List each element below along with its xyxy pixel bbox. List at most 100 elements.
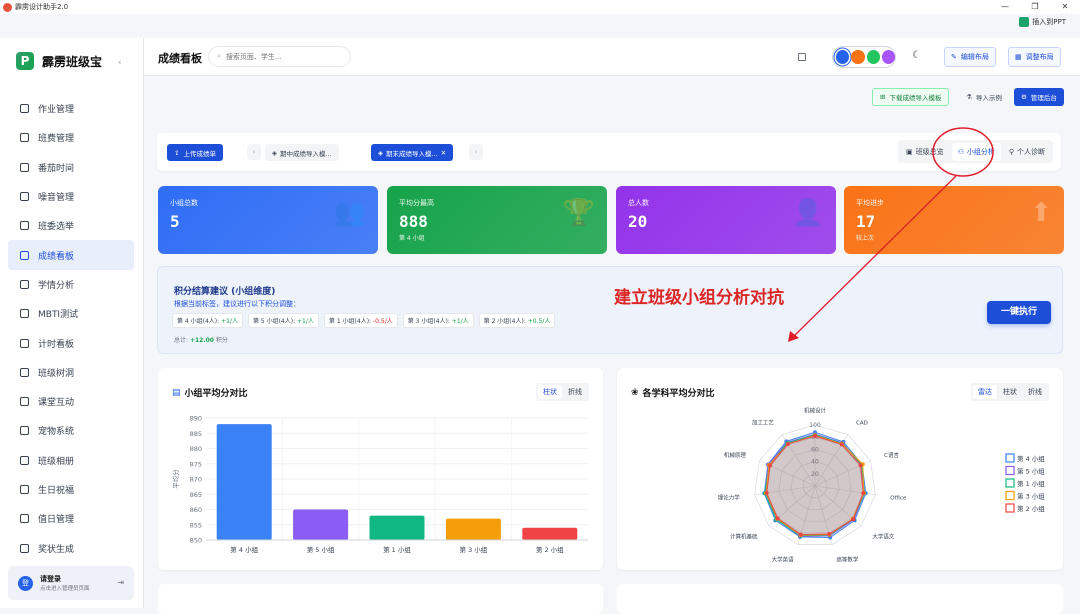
next-tab-button[interactable]: ›	[469, 144, 483, 160]
sidebar-item-2[interactable]: 番茄时间	[8, 153, 134, 182]
sidebar-item-8[interactable]: 计时看板	[8, 328, 134, 357]
legend-swatch[interactable]	[1005, 478, 1015, 488]
search-input[interactable]	[225, 52, 336, 61]
radar-point[interactable]	[861, 490, 866, 495]
brand[interactable]: P 霹雳班级宝	[16, 52, 102, 70]
admin-button[interactable]: ⚙ 管理后台	[1014, 88, 1064, 106]
bar-1[interactable]	[293, 509, 349, 541]
sidebar-item-9[interactable]: 班级树洞	[8, 358, 134, 387]
suggestion-title: 积分结算建议 (小组维度)	[174, 287, 276, 297]
upload-button[interactable]: ⇪ 上传成绩单	[167, 144, 223, 161]
stat-card-1: 平均分最高 888 第 4 小组 🏆	[387, 186, 607, 254]
x-tick-label: 第 4 小组	[230, 545, 258, 554]
prev-tab-button[interactable]: ‹	[247, 144, 261, 160]
dark-mode-icon[interactable]: ☾	[912, 50, 921, 61]
theme-dot-2[interactable]	[866, 50, 880, 64]
edit-layout-button[interactable]: ✎ 编辑布局	[944, 47, 996, 67]
legend-swatch[interactable]	[1005, 465, 1015, 476]
x-tick-label: 第 1 小组	[383, 545, 411, 554]
sidebar-item-15[interactable]: 奖状生成	[8, 533, 134, 562]
legend-label[interactable]: 第 5 小组	[1017, 467, 1045, 476]
legend-label[interactable]: 第 4 小组	[1017, 454, 1045, 463]
sidebar-item-14[interactable]: 值日管理	[8, 504, 134, 533]
radar-point[interactable]	[785, 441, 790, 446]
user-login-box[interactable]: 登 请登录 点击进入管理员页面 ⇥	[8, 566, 134, 600]
radar-point[interactable]	[839, 442, 844, 447]
total-unit: 积分	[215, 337, 228, 344]
bar-3[interactable]	[445, 518, 501, 540]
radar-point[interactable]	[764, 490, 769, 495]
maximize-button[interactable]: ❐	[1020, 0, 1050, 14]
adjust-layout-button[interactable]: ▦ 调整布局	[1008, 47, 1061, 67]
sidebar-item-5[interactable]: 成绩看板	[8, 240, 134, 270]
sidebar-item-7[interactable]: MBTI测试	[8, 299, 134, 328]
radar-point[interactable]	[851, 517, 856, 522]
stat-card-2: 总人数 20 👤	[616, 186, 836, 254]
insert-ppt-button[interactable]: 插入到PPT	[1019, 17, 1066, 27]
bar-2[interactable]	[369, 515, 425, 540]
sidebar-item-label: 班级树洞	[38, 368, 75, 379]
legend-swatch[interactable]	[1005, 453, 1015, 463]
topbar: 成绩看板 ⌕ ☾ ✎ 编辑布局 ▦ 调整布局	[144, 38, 1080, 76]
suggestion-card: 积分结算建议 (小组维度) 根据当前标签，建议进行以下积分调整： 第 4 小组(…	[157, 266, 1063, 354]
radar-point[interactable]	[798, 532, 803, 537]
bar-0[interactable]	[216, 424, 272, 540]
y-axis-label: 平均分	[171, 469, 180, 489]
theme-color-picker	[832, 46, 896, 68]
execute-button[interactable]: 一键执行	[987, 301, 1051, 324]
legend-swatch[interactable]	[1005, 490, 1015, 501]
radar-axis-label: 计算机基础	[730, 532, 758, 540]
tab-class-overview[interactable]: ▣ 班级总览	[900, 143, 950, 161]
legend-label[interactable]: 第 2 小组	[1017, 504, 1045, 513]
sidebar-item-label: 值日管理	[38, 515, 75, 526]
sound-icon	[20, 192, 29, 202]
sidebar-item-0[interactable]: 作业管理	[8, 94, 134, 123]
radar-point[interactable]	[813, 433, 817, 438]
theme-dot-1[interactable]	[851, 50, 865, 64]
bar-chart-panel: ▤ 小组平均分对比 柱状 折线 850 855 860 865 870 875 880 885…	[158, 368, 603, 570]
radar-point[interactable]	[827, 531, 832, 536]
x-tick-label: 第 3 小组	[460, 545, 488, 554]
theme-dot-3[interactable]	[881, 50, 895, 64]
close-button[interactable]: ✕	[1050, 0, 1080, 14]
minimize-button[interactable]: —	[990, 0, 1020, 14]
search-box[interactable]: ⌕	[208, 46, 351, 67]
legend-label[interactable]: 第 1 小组	[1017, 479, 1045, 488]
sidebar-item-3[interactable]: 噪音管理	[8, 182, 134, 211]
filter-bar: ⇪ 上传成绩单 ‹ ◈ 期中成绩导入模... ◈ 期末成绩导入模... ✕ › …	[157, 133, 1061, 171]
legend-label[interactable]: 第 3 小组	[1017, 492, 1045, 501]
collapse-sidebar-icon[interactable]: ‹	[118, 58, 122, 68]
download-template-button[interactable]: ⊞ 下载成绩导入模板	[872, 88, 950, 106]
tab-midterm[interactable]: ◈ 期中成绩导入模...	[265, 144, 339, 161]
sidebar-item-6[interactable]: 学情分析	[8, 270, 134, 299]
tab-group-analysis[interactable]: ⚇ 小组分析	[951, 142, 1001, 161]
sidebar-item-13[interactable]: 生日祝福	[8, 475, 134, 504]
radar-axis-label: 大学语文	[872, 532, 895, 540]
radar-point[interactable]	[858, 463, 863, 468]
logout-icon[interactable]: ⇥	[117, 578, 124, 587]
import-example-button[interactable]: ⚗ 导入示例	[960, 88, 1008, 106]
tab-final[interactable]: ◈ 期末成绩导入模... ✕	[371, 144, 454, 161]
sidebar-item-11[interactable]: 宠物系统	[8, 416, 134, 445]
sidebar-item-1[interactable]: 班费管理	[8, 123, 134, 152]
chip-delta: -0.5/人	[372, 318, 393, 325]
fullscreen-icon[interactable]	[798, 53, 806, 61]
radar-chart-panel: ❀ 各学科平均分对比 雷达 柱状 折线 20406080100机械设计CADC语…	[617, 368, 1063, 570]
sidebar-item-4[interactable]: 班委选举	[8, 211, 134, 240]
radar-chart: 20406080100机械设计CADC语言Office大学语文高等数学大学英语计…	[718, 407, 1046, 564]
theme-dot-0[interactable]	[836, 50, 850, 64]
sidebar-item-12[interactable]: 班级相册	[8, 446, 134, 475]
sidebar-item-label: MBTI测试	[38, 310, 79, 321]
y-tick-label: 890	[190, 415, 202, 423]
radar-point[interactable]	[775, 516, 780, 521]
bar-4[interactable]	[522, 527, 578, 540]
legend-swatch[interactable]	[1005, 503, 1015, 513]
close-tab-icon[interactable]: ✕	[441, 149, 446, 157]
chip-group: 第 4 小组(4人):	[177, 318, 220, 325]
page-title: 成绩看板	[158, 52, 202, 65]
sidebar-item-label: 奖状生成	[38, 544, 75, 555]
sidebar-item-10[interactable]: 课堂互动	[8, 387, 134, 416]
radar-point[interactable]	[768, 463, 773, 468]
tab-personal-diagnosis[interactable]: ⚲ 个人诊断	[1003, 143, 1051, 161]
sidebar-item-label: 噪音管理	[38, 193, 75, 204]
